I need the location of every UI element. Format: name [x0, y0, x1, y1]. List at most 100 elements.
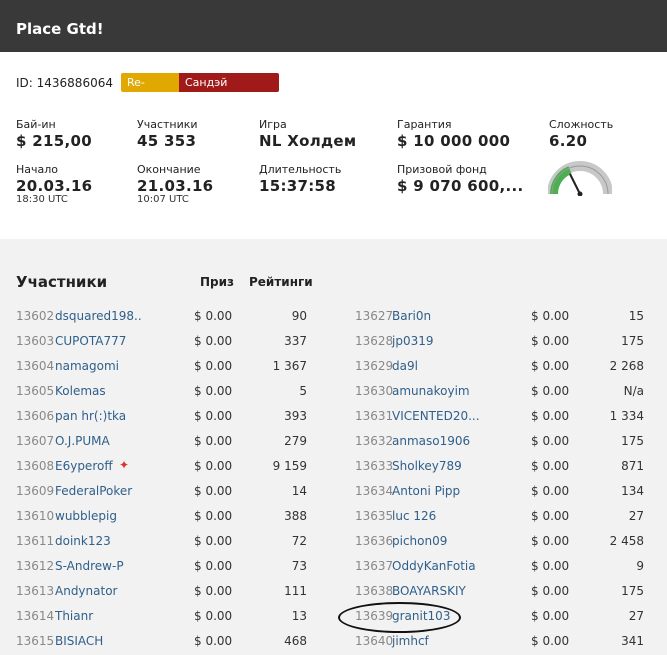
participant-rating: 1 334 [609, 409, 644, 423]
participant-name-link[interactable]: Antoni Pipp [392, 484, 460, 498]
participant-row[interactable]: 13639 granit103 $ 0.00 27 [0, 605, 667, 630]
reentry-badge: Re-entry [121, 73, 179, 108]
prizepool-value: $ 9 070 600,... [397, 177, 524, 195]
participant-rating: N/a [623, 384, 644, 398]
participant-name-link[interactable]: Sholkey789 [392, 459, 462, 473]
participant-row[interactable]: 13640 jimhcf $ 0.00 341 [0, 630, 667, 655]
duration-value: 15:37:58 [259, 177, 337, 195]
participant-rating: 175 [621, 434, 644, 448]
participant-row[interactable]: 13631 VICENTED20... $ 0.00 1 334 [0, 405, 667, 430]
participant-prize: $ 0.00 [531, 409, 570, 423]
participant-position: 13638 [355, 584, 394, 598]
difficulty-gauge-icon [548, 161, 612, 196]
participant-rating: 871 [621, 459, 644, 473]
participant-prize: $ 0.00 [531, 534, 570, 548]
participant-position: 13635 [355, 509, 394, 523]
participant-position: 13637 [355, 559, 394, 573]
participant-rating: 15 [628, 309, 644, 323]
participant-prize: $ 0.00 [531, 309, 570, 323]
participant-name-link[interactable]: VICENTED20... [392, 409, 480, 423]
participant-position: 13630 [355, 384, 394, 398]
participant-name-link[interactable]: luc 126 [392, 509, 436, 523]
participant-name-link[interactable]: OddyKanFotia [392, 559, 476, 573]
participant-position: 13631 [355, 409, 394, 423]
participant-prize: $ 0.00 [531, 609, 570, 623]
participant-row[interactable]: 13634 Antoni Pipp $ 0.00 134 [0, 480, 667, 505]
participant-prize: $ 0.00 [531, 359, 570, 373]
game-label: Игра [259, 118, 287, 131]
participant-position: 13629 [355, 359, 394, 373]
participant-row[interactable]: 13635 luc 126 $ 0.00 27 [0, 505, 667, 530]
participant-prize: $ 0.00 [531, 434, 570, 448]
participant-name-link[interactable]: jimhcf [392, 634, 429, 648]
participant-row[interactable]: 13629 da9l $ 0.00 2 268 [0, 355, 667, 380]
start-time: 18:30 UTC [16, 194, 68, 205]
difficulty-label: Сложность [549, 118, 614, 131]
guarantee-value: $ 10 000 000 [397, 132, 511, 150]
participant-row[interactable]: 13638 BOAYARSKIY $ 0.00 175 [0, 580, 667, 605]
page-title: Place Gtd! [16, 20, 104, 38]
participant-rating: 175 [621, 334, 644, 348]
participant-rating: 27 [628, 609, 644, 623]
prizepool-label: Призовой фонд [397, 163, 487, 176]
participant-prize: $ 0.00 [531, 384, 570, 398]
players-label: Участники [137, 118, 198, 131]
rating-header: Рейтинги [249, 275, 313, 289]
participant-name-link[interactable]: jp0319 [392, 334, 434, 348]
end-label: Окончание [137, 163, 201, 176]
participant-rating: 175 [621, 584, 644, 598]
start-label: Начало [16, 163, 59, 176]
participant-position: 13632 [355, 434, 394, 448]
buyin-label: Бай-ин [16, 118, 56, 131]
participant-row[interactable]: 13633 Sholkey789 $ 0.00 871 [0, 455, 667, 480]
participant-prize: $ 0.00 [531, 559, 570, 573]
guarantee-label: Гарантия [397, 118, 452, 131]
participant-name-link[interactable]: amunakoyim [392, 384, 470, 398]
participant-rating: 2 458 [609, 534, 644, 548]
participant-rating: 27 [628, 509, 644, 523]
tournament-info-panel: ID: 1436886064 Re-entry Сандэй Миллион Б… [0, 52, 667, 239]
participant-position: 13628 [355, 334, 394, 348]
participant-rating: 341 [621, 634, 644, 648]
players-value: 45 353 [137, 132, 197, 150]
participant-name-link[interactable]: BOAYARSKIY [392, 584, 466, 598]
participant-prize: $ 0.00 [531, 459, 570, 473]
participant-prize: $ 0.00 [531, 334, 570, 348]
tournament-id: ID: 1436886064 [16, 76, 113, 90]
end-date: 21.03.16 [137, 177, 214, 195]
participant-prize: $ 0.00 [531, 509, 570, 523]
participant-prize: $ 0.00 [531, 634, 570, 648]
end-time: 10:07 UTC [137, 194, 189, 205]
prize-header: Приз [200, 275, 235, 289]
participant-rating: 134 [621, 484, 644, 498]
participant-position: 13636 [355, 534, 394, 548]
participant-row[interactable]: 13632 anmaso1906 $ 0.00 175 [0, 430, 667, 455]
participants-title: Участники [16, 273, 108, 291]
game-value: NL Холдем [259, 132, 357, 150]
participant-position: 13634 [355, 484, 394, 498]
participant-row[interactable]: 13630 amunakoyim $ 0.00 N/a [0, 380, 667, 405]
highlight-circle [338, 602, 461, 633]
participant-prize: $ 0.00 [531, 584, 570, 598]
participant-position: 13627 [355, 309, 394, 323]
sunday-million-badge: Сандэй Миллион [179, 73, 279, 108]
participants-list: Участники Приз Рейтинги 13602 dsquared198… [0, 239, 667, 655]
participant-row[interactable]: 13627 Bari0n $ 0.00 15 [0, 305, 667, 330]
participant-name-link[interactable]: da9l [392, 359, 418, 373]
participant-position: 13633 [355, 459, 394, 473]
difficulty-value: 6.20 [549, 132, 588, 150]
participant-name-link[interactable]: Bari0n [392, 309, 431, 323]
participant-position: 13640 [355, 634, 394, 648]
participant-rating: 9 [636, 559, 644, 573]
participant-prize: $ 0.00 [531, 484, 570, 498]
participant-row[interactable]: 13637 OddyKanFotia $ 0.00 9 [0, 555, 667, 580]
participant-row[interactable]: 13628 jp0319 $ 0.00 175 [0, 330, 667, 355]
participant-name-link[interactable]: anmaso1906 [392, 434, 470, 448]
participant-row[interactable]: 13636 pichon09 $ 0.00 2 458 [0, 530, 667, 555]
participant-rating: 2 268 [609, 359, 644, 373]
start-date: 20.03.16 [16, 177, 93, 195]
duration-label: Длительность [259, 163, 342, 176]
buyin-value: $ 215,00 [16, 132, 92, 150]
participant-name-link[interactable]: pichon09 [392, 534, 447, 548]
top-header: Place Gtd! [0, 0, 667, 52]
